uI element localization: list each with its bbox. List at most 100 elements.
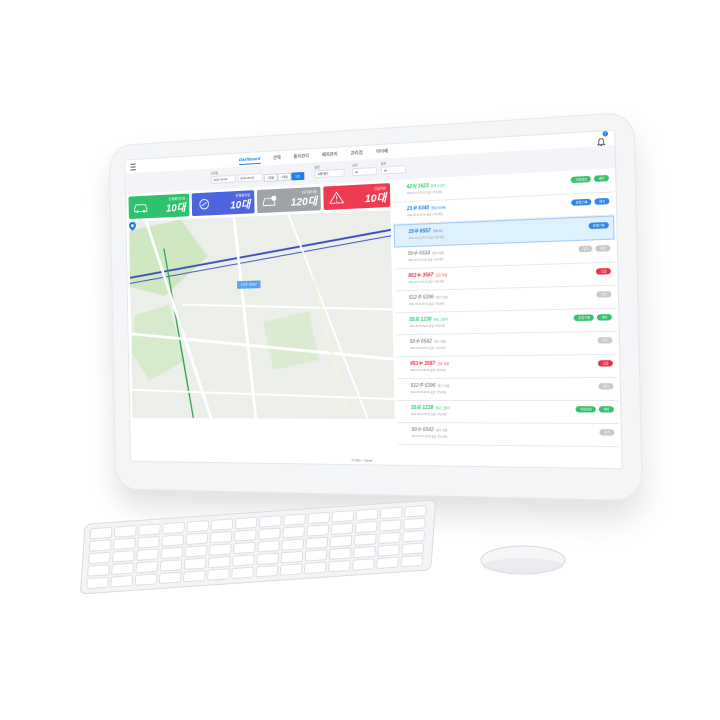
notification-badge: 2 [602, 130, 609, 137]
vehicle-plate: 55모 1238 현대 그랜저 [409, 315, 448, 323]
row-action-button[interactable]: 운행기록 [588, 222, 609, 230]
keyboard-key [233, 529, 257, 542]
quick-1month-button[interactable]: 1개월 [263, 173, 278, 182]
card-emergency[interactable]: 긴급차량 10대 [323, 183, 391, 211]
vehicle-row[interactable]: 50수 6542 대기 차량 2021.05.03 09:30 출발 / 반납예정 대… [397, 422, 620, 448]
tab-dispatch-out[interactable]: 출차관리 [293, 151, 309, 162]
keyboard-key [354, 521, 378, 534]
vehicle-row[interactable]: 55모 1238 현대 그랜저 2021.05.03 09:30 출발 / 반납예정… [395, 308, 617, 336]
selected-vehicle-tag[interactable]: 15우 6557 [236, 280, 261, 289]
vehicle-row[interactable]: 853누 3587 긴급 차량 2021.05.03 09:30 출발 / 반납예정… [396, 354, 618, 380]
tablet-device: Dashboard 관제 출차관리 배차관리 관리점 마이페 2 조회일 202… [108, 111, 643, 502]
keyboard-key [160, 546, 184, 560]
quick-3month-button[interactable]: 3개월 [277, 172, 292, 182]
keyboard-key [400, 555, 424, 568]
vehicle-plate: 512주 5396 대기 차량 [411, 382, 450, 389]
vehicle-plate: 853누 3587 긴급 차량 [410, 360, 449, 367]
keyboard-key [88, 551, 111, 565]
vehicle-desc: 대기 차량 [435, 428, 448, 433]
tab-dashboard[interactable]: Dashboard [238, 154, 261, 166]
keyboard-key [402, 530, 425, 543]
keyboard-key [331, 510, 355, 523]
keyboard-key [376, 556, 399, 569]
quick-today-button[interactable]: 오늘 [291, 171, 304, 181]
tab-mypage[interactable]: 마이페 [376, 146, 388, 157]
menu-icon[interactable] [130, 163, 136, 171]
row-action-button[interactable]: 운행기록 [571, 198, 592, 206]
keyboard-key [328, 547, 352, 560]
card-value: 10대 [364, 192, 387, 206]
keyboard-key [208, 555, 231, 569]
row-action-button[interactable]: 긴급 [596, 267, 611, 275]
plate-number: 512주 5396 [410, 382, 436, 390]
tab-assign[interactable]: 배차관리 [322, 149, 338, 160]
vehicle-row[interactable]: 55모 1238 현대 그랜저 2021.05.03 09:30 출발 / 반납예정… [397, 400, 619, 425]
card-waiting[interactable]: 대기중차량 120대 [256, 186, 322, 214]
row-action-button[interactable]: 배차 [597, 314, 612, 321]
keyboard-key [209, 531, 233, 544]
vehicle-list: 42마 1623 현대 소나타 2021.05.03 09:30 출발 / 반납예정… [392, 169, 620, 455]
row-action-button[interactable]: 차량정보 [571, 175, 592, 184]
status-select[interactable]: all [352, 166, 378, 177]
vehicle-plate: 50수 6534 대기 차량 [408, 249, 444, 257]
vehicle-desc: 긴급 차량 [437, 361, 449, 366]
keyboard-key [353, 533, 377, 546]
keyboard-key [231, 566, 254, 579]
option-select[interactable]: all [380, 165, 407, 175]
card-driving[interactable]: 운행중차량 10대 [191, 190, 255, 217]
vehicle-desc: 현대 그랜저 [433, 317, 449, 322]
card-value: 120대 [290, 195, 318, 209]
vehicle-desc: 기아 K5 [432, 228, 443, 234]
row-action-button[interactable]: 배차 [595, 244, 611, 252]
row-buttons: 대기 배차 [578, 244, 611, 253]
card-value: 10대 [230, 199, 251, 212]
row-action-button[interactable]: 배차 [594, 197, 610, 205]
keyboard-key [328, 560, 351, 573]
keyboard-key [112, 550, 135, 563]
row-action-button[interactable]: 긴급 [598, 360, 613, 367]
row-action-button[interactable]: 대기 [596, 291, 612, 298]
region-select[interactable]: 서울/경기 [314, 168, 345, 179]
row-action-button[interactable]: 대기 [599, 429, 615, 436]
keyboard-key [208, 543, 232, 556]
keyboard-key [279, 563, 303, 576]
tab-branch[interactable]: 관리점 [351, 148, 363, 159]
vehicle-plate: 853누 3587 긴급 차량 [408, 271, 447, 279]
keyboard-key [403, 517, 426, 530]
plate-number: 50수 6542 [409, 338, 433, 346]
row-action-button[interactable]: 배차 [599, 406, 614, 413]
keyboard-key [379, 519, 402, 532]
date-to-input[interactable]: 2021-05-03 [237, 173, 264, 183]
location-pin-icon[interactable] [128, 221, 136, 232]
keyboard-key [355, 508, 379, 521]
keyboard-key [135, 561, 159, 574]
row-action-button[interactable]: 운행기록 [574, 314, 595, 322]
map-view[interactable]: 15우 6557 [128, 209, 395, 419]
keyboard-key [353, 545, 376, 559]
vehicle-sub: 2021.05.03 09:30 출발 / 반납예정 [408, 280, 445, 285]
vehicle-sub: 2021.05.03 09:30 출발 / 반납예정 [406, 190, 443, 196]
keyboard-key [379, 506, 403, 520]
plate-number: 21우 6340 [406, 205, 430, 213]
tab-control[interactable]: 관제 [273, 153, 281, 163]
row-buttons: 대기 [597, 337, 613, 344]
card-all-dispatched[interactable]: 전체배차차량 10대 [128, 193, 190, 220]
row-buttons: 운행기록 배차 [571, 197, 610, 206]
keyboard-key [305, 536, 329, 550]
row-action-button[interactable]: 배차 [594, 174, 609, 182]
keyboard-key [113, 537, 136, 550]
date-from-input[interactable]: 2021-05-03 [210, 174, 236, 184]
plate-number: 55모 1238 [410, 405, 434, 412]
bell-icon[interactable]: 2 [596, 130, 609, 147]
row-action-button[interactable]: 대기 [597, 337, 613, 344]
vehicle-plate: 15우 6557 기아 K5 [408, 227, 442, 235]
vehicle-row[interactable]: 50수 6542 대기 차량 2021.05.03 09:30 출발 / 반납예정 대… [395, 331, 618, 358]
row-buttons: 차량정보 배차 [575, 406, 614, 413]
vehicle-row[interactable]: 512주 5396 대기 차량 2021.05.03 09:30 출발 / 반납예정… [396, 377, 619, 402]
row-buttons: 대기 [598, 383, 614, 390]
keyboard-key [113, 525, 137, 538]
keyboard-key [111, 562, 134, 575]
row-action-button[interactable]: 대기 [598, 383, 614, 390]
row-action-button[interactable]: 차량정보 [575, 406, 597, 413]
row-action-button[interactable]: 대기 [578, 245, 593, 253]
